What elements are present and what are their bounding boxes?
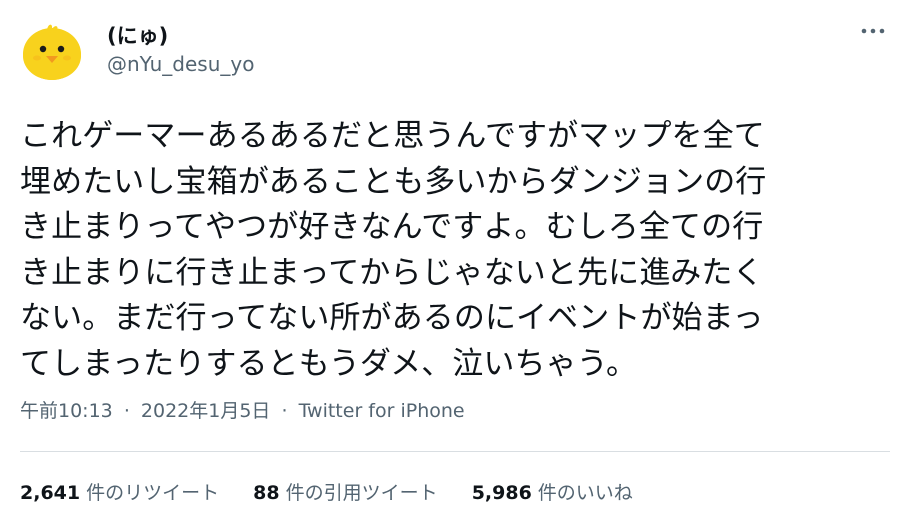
tweet-source-link[interactable]: Twitter for iPhone — [299, 400, 465, 422]
tweet-text-line: き止まりってやつが好きなんですよ。むしろ全ての行 — [20, 209, 764, 245]
more-horizontal-icon[interactable] — [858, 20, 888, 42]
tweet-card: (にゅ) @nYu_desu_yo これゲーマーあるあるだと思うんですがマップを… — [0, 0, 900, 521]
tweet-metadata: 午前10:13 · 2022年1月5日 · Twitter for iPhone — [20, 396, 465, 423]
author-handle[interactable]: @nYu_desu_yo — [107, 52, 254, 76]
avatar[interactable] — [20, 18, 84, 82]
quote-tweets-count: 88 — [253, 482, 280, 504]
author-display-name[interactable]: (にゅ) — [107, 20, 168, 50]
tweet-time[interactable]: 午前10:13 — [20, 396, 113, 423]
tweet-text-line: ない。まだ行ってない所があるのにイベントが始まっ — [20, 300, 764, 336]
engagement-stats: 2,641 件のリツイート 88 件の引用ツイート 5,986 件のいいね — [20, 478, 661, 505]
retweets-label: 件のリツイート — [86, 482, 220, 504]
quote-tweets-label: 件の引用ツイート — [285, 482, 438, 504]
tweet-date[interactable]: 2022年1月5日 — [141, 396, 271, 423]
likes-label: 件のいいね — [537, 482, 633, 504]
tweet-text-line: てしまったりするともうダメ、泣いちゃう。 — [20, 345, 638, 382]
likes-stat[interactable]: 5,986 件のいいね — [472, 478, 633, 505]
tweet-text-line: き止まりに行き止まってからじゃないと先に進みたく — [20, 254, 764, 291]
chick-avatar-icon — [23, 24, 81, 80]
tweet-body: これゲーマーあるあるだと思うんですがマップを全て 埋めたいし宝箱があることも多い… — [20, 114, 890, 387]
retweets-stat[interactable]: 2,641 件のリツイート — [20, 478, 219, 505]
likes-count: 5,986 — [471, 482, 532, 504]
tweet-text-line: これゲーマーあるあるだと思うんですがマップを全て — [20, 118, 765, 154]
meta-separator: · — [123, 400, 130, 422]
retweets-count: 2,641 — [20, 482, 81, 504]
tweet-text-line: 埋めたいし宝箱があることも多いからダンジョンの行 — [20, 163, 767, 200]
divider — [20, 451, 890, 452]
quote-tweets-stat[interactable]: 88 件の引用ツイート — [253, 478, 437, 505]
meta-separator: · — [281, 400, 288, 422]
